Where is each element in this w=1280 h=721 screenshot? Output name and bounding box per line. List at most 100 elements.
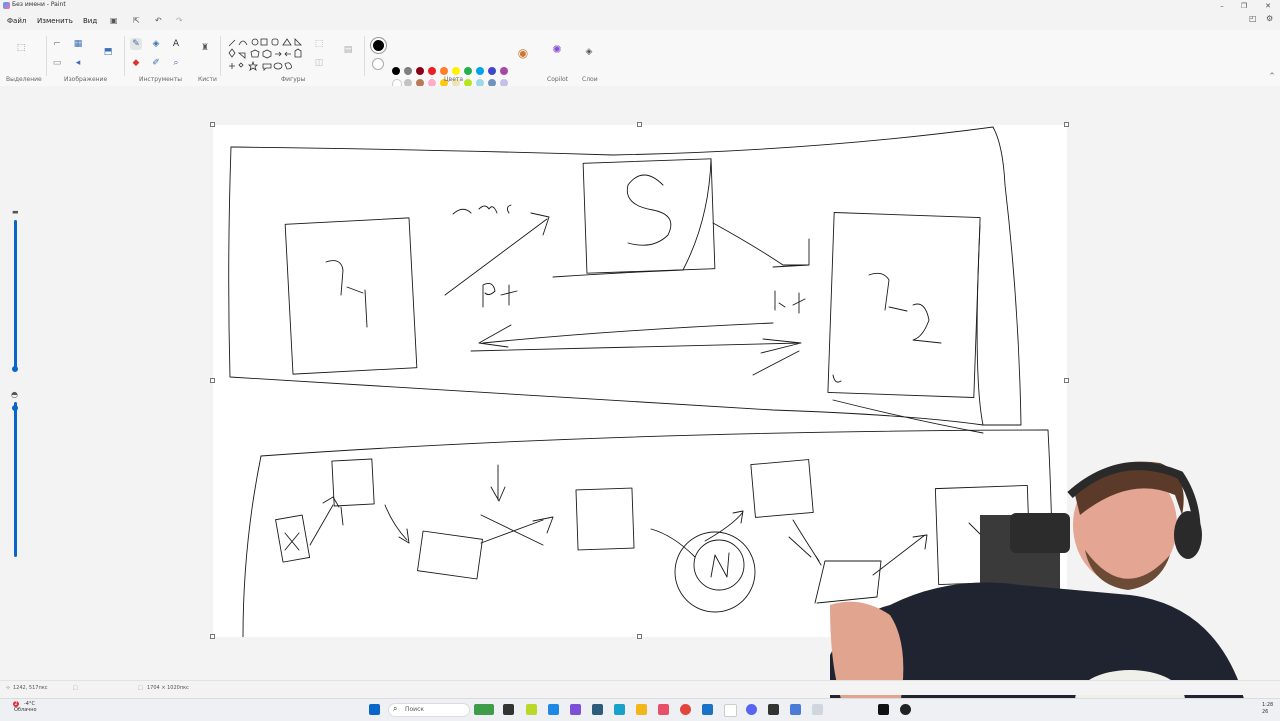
opacity-thumb[interactable] — [12, 405, 18, 411]
group-label-selection: Выделение — [6, 76, 42, 83]
menu-view[interactable]: Вид — [83, 17, 97, 25]
clock-date: 26 — [1262, 709, 1269, 715]
color-swatch[interactable] — [464, 67, 472, 75]
app-icon-5[interactable] — [702, 704, 713, 715]
app-icon-2[interactable] — [570, 704, 581, 715]
color-swatch[interactable] — [440, 67, 448, 75]
resize-handle[interactable] — [1064, 122, 1069, 127]
pencil-icon[interactable]: ✎ — [130, 38, 142, 50]
color-swatch[interactable] — [428, 67, 436, 75]
group-label-colors: Цвета — [444, 76, 464, 83]
app-icon-9[interactable] — [900, 704, 911, 715]
settings-gear-icon[interactable]: ⚙ — [1266, 14, 1273, 23]
start-icon[interactable] — [369, 704, 380, 715]
minimize-button[interactable]: – — [1210, 0, 1234, 12]
group-label-copilot: Copilot — [547, 76, 569, 83]
menu-edit[interactable]: Изменить — [37, 17, 73, 25]
resize-handle[interactable] — [1064, 378, 1069, 383]
app-icon-7[interactable] — [790, 704, 801, 715]
shape-fill-icon[interactable]: ◫ — [313, 57, 325, 69]
clock-time: 1:28 — [1262, 702, 1274, 708]
title-bar: Без имени - Paint – ❐ ✕ — [0, 0, 1280, 12]
app-icon-1[interactable] — [526, 704, 537, 715]
color-swatch[interactable] — [404, 67, 412, 75]
weather-desc: Облачно — [14, 707, 37, 713]
vscode-icon[interactable] — [548, 704, 559, 715]
task-view-icon[interactable] — [503, 704, 514, 715]
search-box[interactable]: ⌕ Поиск — [388, 703, 470, 717]
shapes-gallery[interactable] — [227, 37, 305, 73]
resize-handle[interactable] — [210, 122, 215, 127]
notifications-icon[interactable]: ◰ — [1249, 14, 1257, 23]
color-picker-icon[interactable]: ✐ — [150, 57, 162, 69]
close-button[interactable]: ✕ — [1256, 0, 1280, 12]
save-icon[interactable]: ▣ — [110, 16, 118, 25]
weather-widget[interactable]: 2 -4°C Облачно — [13, 701, 37, 713]
share-icon[interactable]: ⇱ — [133, 16, 140, 25]
undo-icon[interactable]: ↶ — [155, 16, 162, 25]
cursor-position-icon: ⊹ — [6, 685, 11, 691]
crop-icon[interactable]: ⌐ — [51, 38, 63, 50]
app-icon-3[interactable] — [592, 704, 603, 715]
brush-size-icon: ▬ — [12, 208, 19, 216]
text-icon[interactable]: A — [170, 38, 182, 50]
color-swatch[interactable] — [488, 67, 496, 75]
clock[interactable]: 1:28 26 — [1262, 702, 1273, 716]
selection-size-icon: ⬚ — [73, 685, 78, 691]
group-label-layers: Слои — [582, 76, 598, 83]
secondary-color[interactable] — [372, 58, 384, 70]
app-icon-6[interactable] — [768, 704, 779, 715]
color-swatch[interactable] — [476, 67, 484, 75]
resize-handle[interactable] — [210, 634, 215, 639]
color-swatch[interactable] — [500, 67, 508, 75]
status-bar: ⊹ 1242, 517пкс ⬚ ⬚ 1704 × 1020пкс — [0, 680, 1280, 695]
explorer-icon[interactable] — [636, 704, 647, 715]
divider — [220, 36, 221, 76]
color-swatch[interactable] — [416, 67, 424, 75]
image-select-icon[interactable]: ⬒ — [102, 46, 114, 58]
app-icon-8[interactable] — [812, 704, 823, 715]
group-label-brushes: Кисти — [198, 76, 217, 83]
brush-size-slider[interactable] — [14, 220, 17, 370]
resize-icon[interactable]: ▦ — [72, 38, 84, 50]
canvas-labels: S — [693, 182, 694, 184]
resize-handle[interactable] — [637, 634, 642, 639]
menu-file[interactable]: Файл — [7, 17, 26, 25]
group-label-shapes: Фигуры — [281, 76, 306, 83]
copilot-icon[interactable]: ✺ — [551, 44, 563, 56]
menu-bar: Файл Изменить Вид ▣ ⇱ ↶ ↷ ◰ ⚙ — [0, 14, 1280, 28]
paint-icon[interactable] — [658, 704, 669, 715]
search-placeholder: Поиск — [405, 706, 425, 713]
magnifier-icon[interactable]: ⌕ — [170, 57, 182, 69]
color-swatch[interactable] — [452, 67, 460, 75]
eraser-icon[interactable]: ◆ — [130, 57, 142, 69]
fill-icon[interactable]: ◈ — [150, 38, 162, 50]
maximize-button[interactable]: ❐ — [1232, 0, 1256, 12]
fill-shape-icon[interactable]: ▤ — [342, 44, 354, 56]
app-icon-4[interactable] — [614, 704, 625, 715]
opacity-slider[interactable] — [14, 402, 17, 557]
notepad-icon[interactable] — [724, 704, 737, 717]
color-swatch[interactable] — [392, 67, 400, 75]
primary-color[interactable] — [371, 38, 386, 53]
redo-icon[interactable]: ↷ — [176, 16, 183, 25]
resize-handle[interactable] — [637, 122, 642, 127]
discord-icon[interactable] — [746, 704, 757, 715]
divider — [364, 36, 365, 76]
selection-rect-icon[interactable]: ⬚ — [15, 42, 27, 54]
brush-icon[interactable]: ♜ — [199, 42, 211, 54]
cursor-position: 1242, 517пкс — [13, 685, 48, 691]
brush-size-thumb[interactable] — [12, 366, 18, 372]
resize-handle[interactable] — [210, 378, 215, 383]
rotate-icon[interactable]: ▭ — [51, 57, 63, 69]
terminal-icon[interactable] — [878, 704, 889, 715]
layers-icon[interactable]: ◈ — [583, 46, 595, 58]
collapse-ribbon-icon[interactable]: ⌃ — [1266, 71, 1278, 83]
widgets-icon[interactable] — [474, 704, 494, 715]
paint-app-icon — [3, 2, 10, 9]
outline-icon[interactable]: ⬚ — [313, 38, 325, 50]
color-wheel-icon[interactable]: ◉ — [517, 47, 529, 59]
chrome-icon[interactable] — [680, 704, 691, 715]
opacity-icon: ◓ — [11, 390, 18, 399]
flip-icon[interactable]: ◂ — [72, 57, 84, 69]
